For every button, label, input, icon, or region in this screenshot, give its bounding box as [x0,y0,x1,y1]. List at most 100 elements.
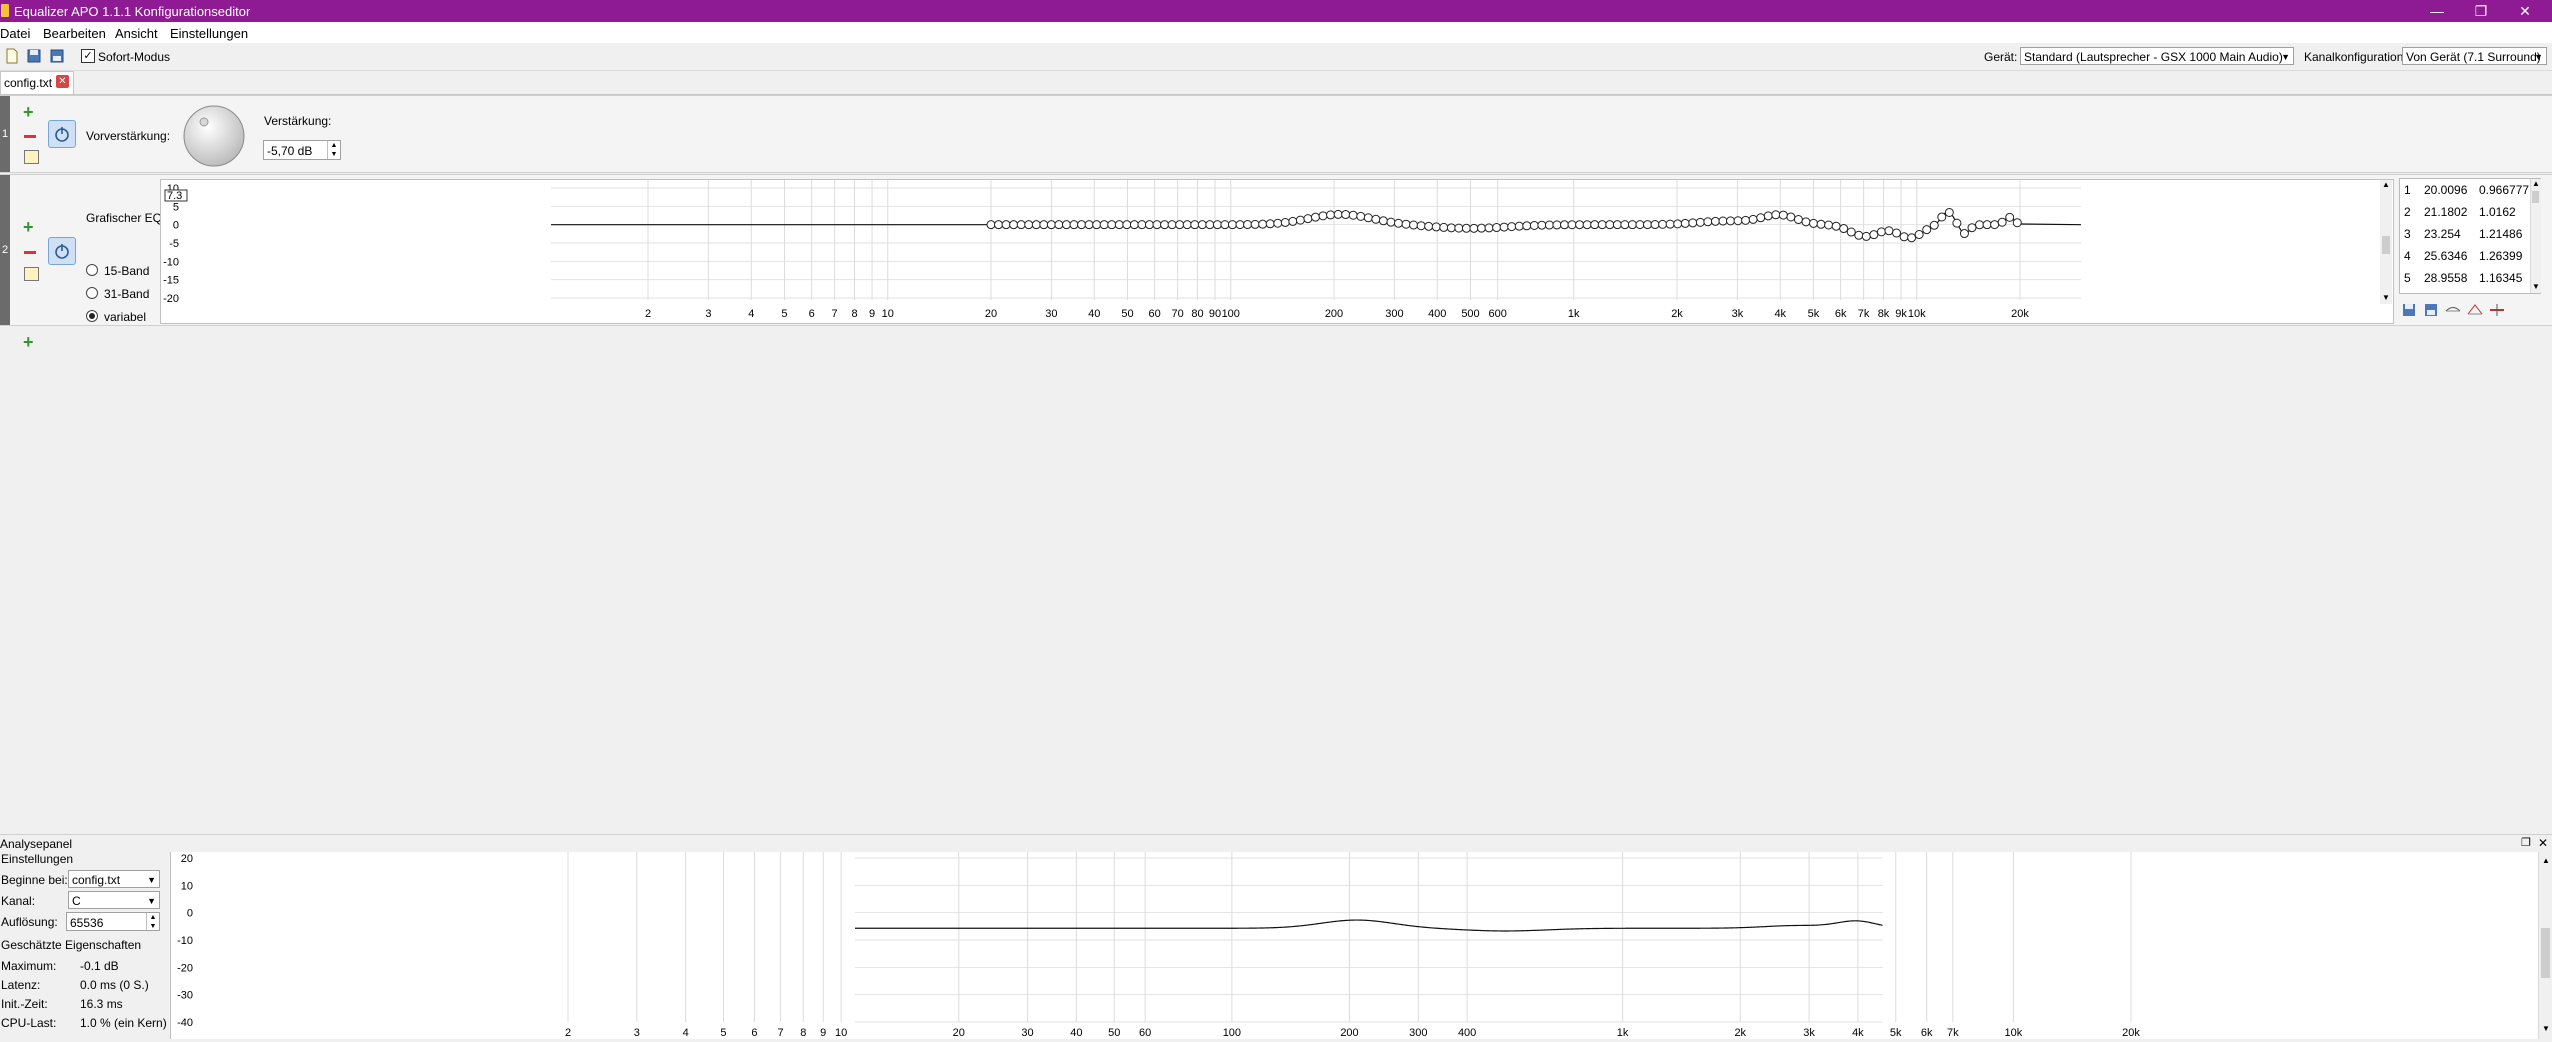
reset-icon[interactable] [2489,302,2505,318]
power-toggle-button[interactable] [48,237,76,265]
x-tick-label: 7k [1947,1027,1959,1039]
eq-node [1160,220,1170,230]
x-tick-label: 1k [1617,1027,1629,1039]
menu-bearbeiten[interactable]: Bearbeiten [43,26,106,41]
remove-icon[interactable] [24,251,36,254]
eq-node [1695,217,1705,227]
x-tick-label: 500 [1461,308,1479,320]
close-button[interactable]: ✕ [2503,0,2547,22]
resolution-value: 65536 [70,916,104,930]
instant-mode-checkbox[interactable]: ✓ [81,49,95,63]
start-select[interactable]: config.txt ▼ [68,870,160,888]
x-tick-label: 8 [851,308,857,320]
eq-node [1492,223,1502,233]
mode-variable-radio[interactable] [86,310,98,322]
eq-node [1431,222,1441,232]
device-select[interactable]: Standard (Lautsprecher - GSX 1000 Main A… [2020,47,2294,65]
eq-node [1243,220,1253,230]
scroll-thumb[interactable] [2382,236,2390,254]
props-title: Geschätzte Eigenschaften [1,938,142,952]
eq-node [1378,216,1388,226]
spin-buttons[interactable]: ▲ ▼ [327,141,340,159]
tab-close-icon[interactable]: ✕ [56,75,69,88]
restore-button[interactable]: ❐ [2459,0,2503,22]
tab-config[interactable]: config.txt ✕ [0,71,74,94]
table-row[interactable]: 5 28.9558 1.16345 [2400,267,2530,289]
eq-node [1824,220,1834,230]
table-scrollbar[interactable]: ▲ ▼ [2530,179,2541,293]
eq-node [1567,220,1577,230]
eq-node [1107,220,1117,230]
x-tick-label: 200 [1325,308,1343,320]
eq-node [1680,218,1690,228]
scroll-up-icon[interactable]: ▲ [2382,180,2390,189]
eq-node [1326,210,1336,220]
invert-icon[interactable] [2445,302,2461,318]
eq-node [1907,233,1917,243]
scroll-thumb[interactable] [2532,191,2539,203]
table-row[interactable]: 3 23.254 1.21486 [2400,223,2530,245]
scroll-thumb[interactable] [2541,928,2550,978]
add-icon[interactable]: + [23,218,34,236]
eq-node [1469,223,1479,233]
menu-ansicht[interactable]: Ansicht [115,26,158,41]
save-as-icon[interactable] [49,48,65,64]
save-icon[interactable] [26,48,42,64]
eq-node [1484,223,1494,233]
table-row[interactable]: 2 21.1802 1.0162 [2400,201,2530,223]
power-toggle-button[interactable] [48,120,76,148]
edit-icon[interactable] [24,150,39,164]
y-tick-label: -10 [163,256,179,268]
import-icon[interactable] [2423,302,2439,318]
channel-select[interactable]: C ▼ [68,891,160,909]
add-icon[interactable]: + [23,103,34,121]
scroll-down-icon[interactable]: ▼ [2382,293,2390,302]
table-cell: 5 [2404,271,2411,285]
save-icon[interactable] [2401,302,2417,318]
edit-icon[interactable] [24,267,39,281]
eq-table[interactable]: 1 20.0096 0.966777 2 21.1802 1.0162 3 23.254 1.2… [2399,178,2541,294]
channel-config-label: Kanalkonfiguration: [2304,50,2407,64]
menu-einstellungen[interactable]: Einstellungen [170,26,248,41]
scroll-up-icon[interactable]: ▲ [2532,179,2540,188]
eq-node [1280,217,1290,227]
x-tick-label: 7 [778,1027,784,1039]
table-row[interactable]: 1 20.0096 0.966777 [2400,179,2530,201]
spin-buttons[interactable]: ▲ ▼ [146,913,159,930]
new-file-icon[interactable] [4,48,20,64]
analysis-panel-title: Analysepanel [0,837,73,851]
resolution-input[interactable]: 65536 ▲ ▼ [66,912,160,931]
x-tick-label: 40 [1070,1027,1082,1039]
eq-node [1771,210,1781,220]
add-filter-icon[interactable]: + [23,333,34,351]
table-row[interactable]: 4 25.6346 1.26399 [2400,245,2530,267]
gain-knob[interactable] [180,102,248,170]
eq-node [1273,218,1283,228]
eq-node [1620,220,1630,230]
eq-graph-canvas[interactable]: 1050-5-10-15-202 3 4 5 6 7 8 9 10 20 30 40 50 60 70 80 9… [161,180,2393,323]
menu-datei[interactable]: Datei [0,26,30,41]
remove-icon[interactable] [24,135,36,138]
scroll-up-icon[interactable]: ▲ [2542,856,2550,865]
gain-input[interactable]: -5,70 dB ▲ ▼ [263,140,341,160]
eq-scrollbar[interactable]: ▲ ▼ [2380,180,2392,304]
close-panel-icon[interactable]: ✕ [2538,836,2548,850]
scroll-down-icon[interactable]: ▼ [2542,1024,2550,1033]
chevron-down-icon: ▼ [147,896,156,906]
eq-graph[interactable]: 10 5 0 -5 -10 -15 -20 2 3 4 5 6 7 8 9 10 20 30 40 50 60 70 80 9… [160,179,2394,324]
scroll-down-icon[interactable]: ▼ [2532,282,2540,291]
mode-15-band-radio[interactable] [86,264,98,276]
prop-maximum-label: Maximum: [1,959,57,973]
eq-node [1944,207,1954,217]
eq-node [1839,224,1849,234]
channel-config-select[interactable]: Von Gerät (7.1 Surround) ▼ [2402,47,2547,65]
analysis-scrollbar[interactable]: ▲ ▼ [2538,852,2552,1039]
mode-31-band-radio[interactable] [86,287,98,299]
window-title: Equalizer APO 1.1.1 Konfigurationseditor [14,4,251,19]
float-panel-icon[interactable]: ❐ [2521,836,2531,849]
normalize-icon[interactable] [2467,302,2483,318]
settings-title: Einstellungen [1,852,74,866]
eq-node [1778,210,1788,220]
eq-node [1816,219,1826,229]
minimize-button[interactable]: — [2415,0,2459,22]
